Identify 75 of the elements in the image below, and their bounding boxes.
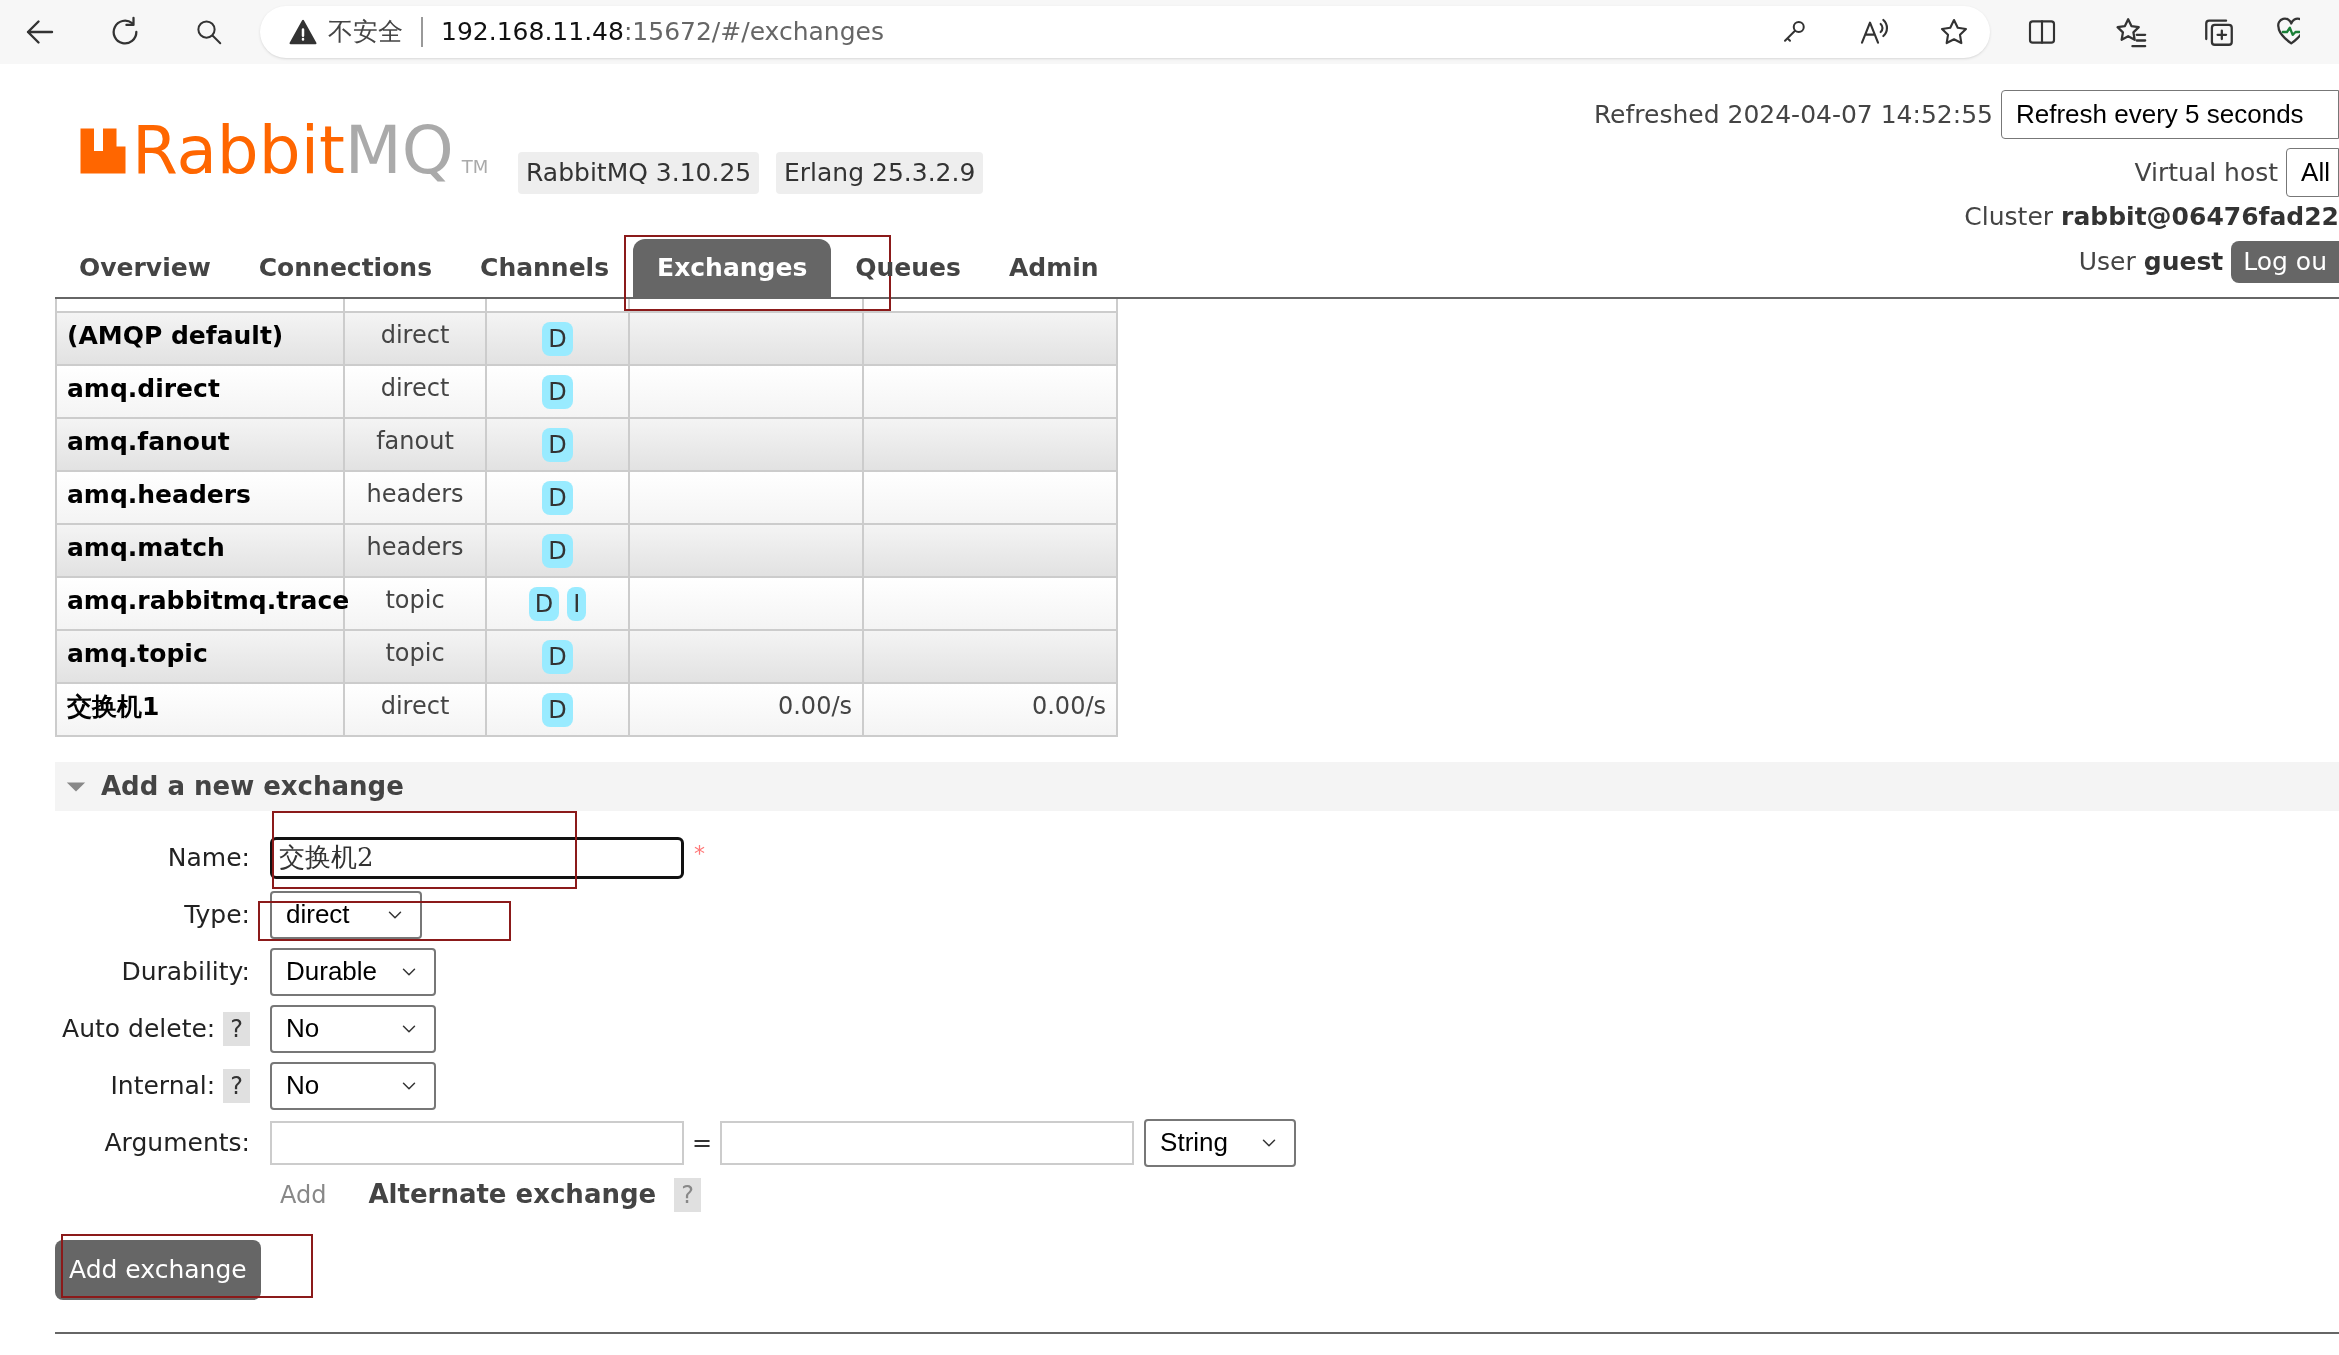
exchange-type: headers — [366, 533, 464, 561]
section-header[interactable]: Add a new exchange — [55, 762, 2339, 811]
exchange-type: headers — [366, 480, 464, 508]
required-mark: * — [694, 839, 705, 868]
field-label: Type: — [184, 898, 250, 931]
feature-badge: D — [542, 480, 573, 515]
virtual-host-label: Virtual host — [2134, 156, 2279, 189]
nav-tab[interactable]: Exchanges — [633, 239, 832, 297]
user-label: User — [2078, 246, 2136, 278]
version-badge: RabbitMQ 3.10.25 — [518, 152, 760, 194]
exchange-type: topic — [385, 586, 445, 614]
add-exchange-button[interactable]: Add exchange — [55, 1240, 261, 1300]
exchange-type: topic — [385, 639, 445, 667]
feature-badge: D — [542, 427, 573, 462]
feature-badge: I — [567, 586, 587, 621]
exchange-name[interactable]: amq.topic — [67, 639, 208, 668]
favorites-icon[interactable] — [2114, 15, 2148, 49]
nav-tab[interactable]: Overview — [55, 239, 235, 297]
collapse-triangle-icon[interactable] — [65, 779, 87, 794]
exchange-name[interactable]: amq.match — [67, 533, 225, 562]
nav-tab[interactable]: Admin — [984, 239, 1123, 297]
search-icon[interactable] — [194, 17, 224, 47]
feature-badge: D — [542, 374, 573, 409]
logo-text: Rabbit — [132, 116, 345, 186]
message-rate: 0.00/s — [1031, 692, 1106, 720]
address-bar[interactable]: 不安全 192.168.11.48:15672/#/exchanges — [260, 6, 1990, 58]
nav-tab[interactable]: Channels — [456, 239, 634, 297]
logo-text: MQ — [344, 116, 454, 186]
cluster-label: Cluster — [1964, 201, 2054, 233]
field-label: Durability: — [121, 955, 250, 988]
security-label: 不安全 — [328, 16, 403, 49]
user-name: guest — [2143, 246, 2224, 278]
refresh-select[interactable]: Refresh every 5 seconds — [2001, 90, 2339, 139]
nav-tab[interactable]: Connections — [234, 239, 457, 297]
url-text: 192.168.11.48:15672/#/exchanges — [441, 16, 884, 49]
dropdown[interactable]: Durable — [270, 947, 436, 996]
field-label: Auto delete: — [62, 1012, 216, 1045]
feature-badge: D — [542, 533, 573, 568]
equals-sign: = — [692, 1127, 713, 1159]
dropdown[interactable]: direct — [270, 890, 422, 939]
dropdown[interactable]: String — [1144, 1118, 1297, 1167]
exchange-name[interactable]: amq.headers — [67, 480, 251, 509]
exchange-type: direct — [380, 692, 450, 720]
argument-value-input[interactable] — [720, 1120, 1135, 1165]
feature-badge: D — [542, 321, 573, 356]
exchange-type: fanout — [376, 427, 454, 455]
feature-badge: D — [528, 586, 560, 621]
logout-button[interactable]: Log ou — [2231, 241, 2339, 283]
dropdown[interactable]: No — [270, 1061, 436, 1110]
field-label: Arguments: — [104, 1126, 250, 1159]
exchange-type: direct — [380, 321, 450, 349]
add-argument-link[interactable]: Add — [280, 1176, 327, 1213]
field-label: Name: — [167, 841, 250, 874]
message-rate: 0.00/s — [777, 692, 852, 720]
alternate-exchange-link[interactable]: Alternate exchange — [368, 1175, 657, 1214]
dropdown[interactable]: No — [270, 1004, 436, 1053]
feature-badge: D — [542, 639, 573, 674]
cluster-name: rabbit@06476fad22 — [2061, 201, 2339, 233]
argument-key-input[interactable] — [270, 1120, 684, 1165]
exchange-type: direct — [380, 374, 450, 402]
help-badge[interactable]: ? — [223, 1068, 250, 1103]
feature-badge: D — [542, 692, 573, 727]
field-label: Internal: — [110, 1069, 216, 1102]
exchange-name[interactable]: 交换机1 — [67, 692, 160, 721]
virtual-host-select[interactable]: All — [2286, 148, 2339, 197]
refreshed-label: Refreshed 2024-04-07 14:52:55 — [1593, 98, 1993, 131]
name-input[interactable]: 交换机2 — [270, 836, 684, 879]
exchange-name[interactable]: amq.direct — [67, 374, 220, 403]
version-badge: Erlang 25.3.2.9 — [776, 152, 984, 194]
exchange-name[interactable]: (AMQP default) — [67, 321, 284, 350]
exchange-name[interactable]: amq.fanout — [67, 427, 230, 456]
exchange-name[interactable]: amq.rabbitmq.trace — [67, 586, 350, 615]
help-badge[interactable]: ? — [223, 1011, 250, 1046]
trademark-label: TM — [461, 155, 489, 179]
warning-icon — [288, 17, 318, 47]
